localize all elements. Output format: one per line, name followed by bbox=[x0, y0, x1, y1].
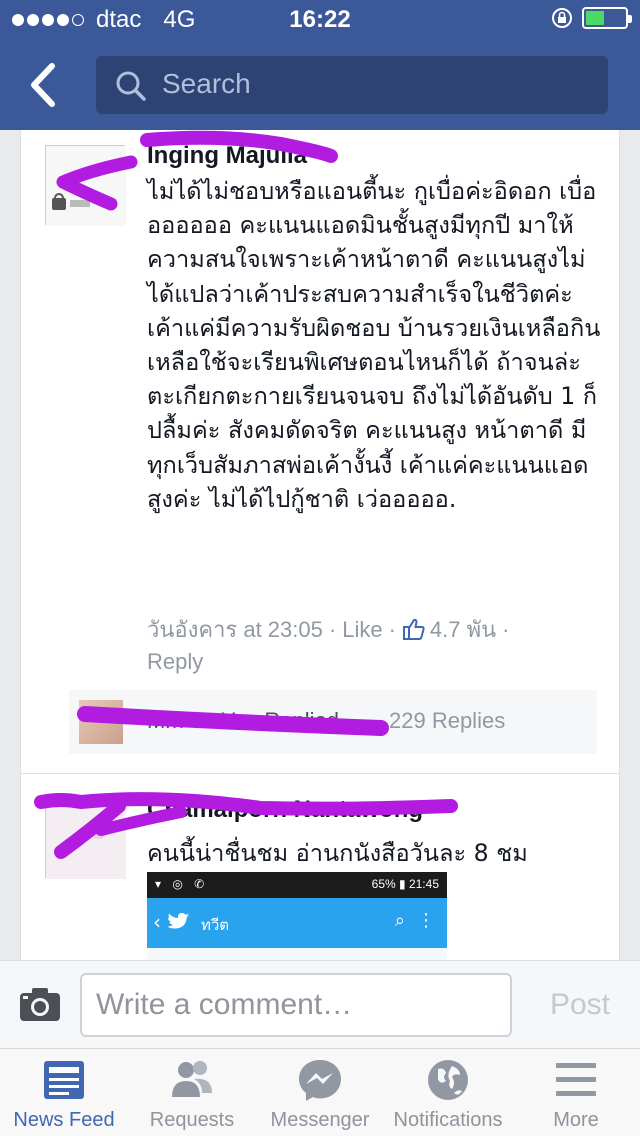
comment-input[interactable] bbox=[80, 973, 512, 1037]
avatar[interactable] bbox=[45, 798, 126, 879]
tab-label: News Feed bbox=[13, 1109, 115, 1131]
tab-label: More bbox=[553, 1109, 599, 1131]
avatar[interactable] bbox=[45, 145, 126, 226]
battery-icon bbox=[582, 7, 632, 29]
replies-count[interactable]: 229 Replies bbox=[389, 708, 505, 734]
like-count[interactable]: 4.7 พัน bbox=[430, 617, 496, 642]
rotation-lock-icon bbox=[552, 8, 572, 28]
camera-button[interactable] bbox=[18, 985, 62, 1023]
status-time: 16:22 bbox=[289, 6, 351, 33]
news-feed-icon bbox=[44, 1061, 84, 1099]
back-button[interactable] bbox=[22, 60, 66, 110]
tab-notifications[interactable]: Notifications bbox=[384, 1049, 512, 1136]
post-button[interactable]: Post bbox=[530, 983, 630, 1027]
tab-more[interactable]: More bbox=[512, 1049, 640, 1136]
bird-icon bbox=[167, 913, 190, 929]
more-icon: ⋮ bbox=[417, 910, 435, 931]
comment-author[interactable]: Inging Majulla bbox=[147, 142, 307, 170]
search-icon bbox=[116, 71, 146, 101]
embed-status-right: 65% ▮ 21:45 bbox=[371, 877, 439, 891]
embed-status-icons: ▾ ◎ ✆ bbox=[155, 877, 209, 891]
tab-messenger[interactable]: Messenger bbox=[256, 1049, 384, 1136]
messenger-icon bbox=[299, 1060, 341, 1101]
comment-timestamp[interactable]: วันอังคาร at 23:05 bbox=[147, 617, 323, 642]
comments-panel: Inging Majulla ไม่ได้ไม่ชอบหรือแอนตี้นะ … bbox=[20, 130, 620, 960]
search-icon: ⌕ bbox=[394, 910, 405, 931]
comment-meta: วันอังคาร at 23:05 · Like · 4.7 พัน · Reply bbox=[147, 617, 510, 674]
camera-icon bbox=[20, 988, 60, 1021]
comment-divider bbox=[21, 773, 619, 774]
chevron-left-icon: ‹ bbox=[153, 910, 161, 934]
reply-button[interactable]: Reply bbox=[147, 649, 203, 674]
requests-icon bbox=[172, 1061, 212, 1097]
status-bar: dtac 4G 16:22 bbox=[0, 0, 640, 40]
embed-app-title: ทวีต bbox=[201, 916, 230, 934]
tab-label: Notifications bbox=[393, 1109, 503, 1131]
status-right bbox=[550, 6, 632, 30]
globe-icon bbox=[428, 1060, 468, 1100]
tab-news-feed[interactable]: News Feed bbox=[0, 1049, 128, 1136]
avatar-image bbox=[46, 146, 126, 226]
comment-author[interactable]: Chamaiporn Nantawong bbox=[147, 796, 423, 824]
comment-text: คนนี้น่าชื่นชม อ่านกนังสือวันละ 8 ชม bbox=[147, 839, 528, 867]
replies-preview[interactable]: Mm Ss You Replied 229 Replies bbox=[69, 690, 597, 754]
embed-content bbox=[147, 948, 447, 960]
avatar-image bbox=[46, 799, 126, 879]
like-button[interactable]: Like bbox=[342, 617, 382, 642]
menu-icon bbox=[556, 1063, 596, 1096]
chevron-left-icon bbox=[31, 63, 55, 107]
embed-status-bar: ▾ ◎ ✆ 65% ▮ 21:45 bbox=[147, 872, 447, 898]
tab-label: Requests bbox=[149, 1109, 235, 1131]
nav-bar: Search bbox=[0, 40, 640, 130]
tab-bar: News Feed Requests Messenger Notificatio… bbox=[0, 1048, 640, 1136]
tab-requests[interactable]: Requests bbox=[128, 1049, 256, 1136]
replies-author: Mm Ss You Replied bbox=[147, 708, 339, 733]
tab-label: Messenger bbox=[270, 1109, 370, 1131]
comment-text: ไม่ได้ไม่ชอบหรือแอนตี้นะ กูเบื่อค่ะอิดอก… bbox=[147, 177, 601, 513]
search-placeholder: Search bbox=[162, 68, 251, 99]
embed-app-bar: ‹ ทวีต ⌕ ⋮ bbox=[147, 898, 447, 948]
search-bar[interactable]: Search bbox=[96, 56, 608, 114]
replies-avatar bbox=[79, 700, 123, 744]
attached-screenshot[interactable]: ▾ ◎ ✆ 65% ▮ 21:45 ‹ ทวีต ⌕ ⋮ bbox=[147, 872, 447, 960]
comment-composer: Post bbox=[0, 960, 640, 1048]
thumbs-up-icon bbox=[402, 618, 425, 640]
